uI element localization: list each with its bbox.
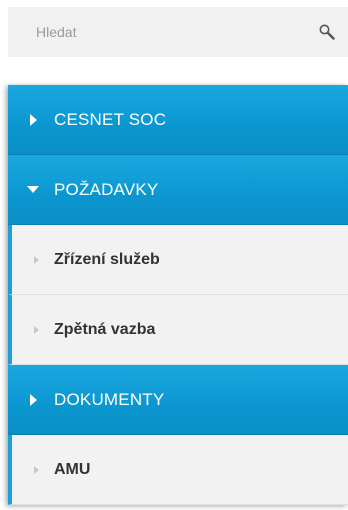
menu-item-label: CESNET SOC xyxy=(54,109,167,129)
caret-right-icon xyxy=(30,113,37,126)
small-caret-right-icon xyxy=(34,465,39,474)
submenu-item-label: AMU xyxy=(54,460,91,478)
menu-item-dokumenty[interactable]: DOKUMENTY xyxy=(8,365,348,435)
submenu-item-label: Zpětná vazba xyxy=(54,320,156,338)
small-caret-right-icon xyxy=(34,325,39,334)
caret-right-icon xyxy=(30,393,37,406)
menu-item-zpetna-vazba[interactable]: Zpětná vazba xyxy=(8,295,348,365)
submenu-item-label: Zřízení služeb xyxy=(54,250,160,268)
menu-item-pozadavky[interactable]: POŽADAVKY xyxy=(8,155,348,225)
menu-item-amu[interactable]: AMU xyxy=(8,435,348,505)
menu-item-label: DOKUMENTY xyxy=(54,389,165,409)
sidebar-menu: CESNET SOC POŽADAVKY Zřízení služeb Zpět… xyxy=(8,85,348,505)
menu-item-label: POŽADAVKY xyxy=(54,179,159,199)
caret-down-icon xyxy=(27,185,39,193)
search-box xyxy=(8,7,348,57)
small-caret-right-icon xyxy=(34,255,39,264)
search-input[interactable] xyxy=(8,7,298,57)
menu-item-cesnet-soc[interactable]: CESNET SOC xyxy=(8,85,348,155)
search-icon[interactable] xyxy=(318,23,336,41)
menu-item-zrizeni-sluzeb[interactable]: Zřízení služeb xyxy=(8,225,348,295)
